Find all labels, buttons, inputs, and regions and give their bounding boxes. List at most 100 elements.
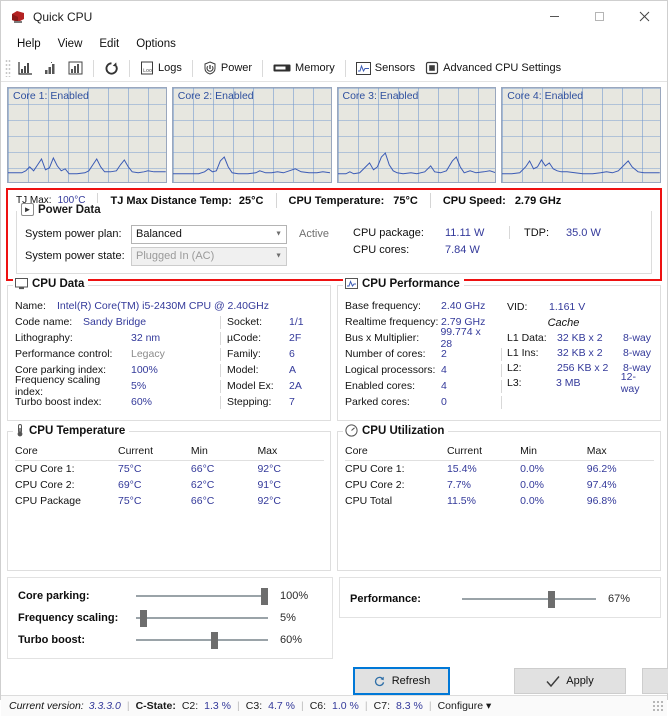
core-graph-3[interactable]: Core 3: Enabled [336,87,497,183]
chart-column-button[interactable] [38,57,63,79]
close-button[interactable] [622,1,667,32]
l2-label: L2: [507,361,522,374]
expander-icon[interactable]: ► [21,203,34,216]
apply-button[interactable]: Apply [514,668,626,694]
table-row[interactable]: CPU Core 1: 75°C 66°C 92°C [15,461,324,478]
logs-button[interactable]: Loo Logs [135,57,187,79]
l3-label: L3: [507,376,522,389]
menu-item-edit[interactable]: Edit [91,35,128,53]
refresh-gear-button[interactable] [99,57,124,79]
vid-row: VID: 1.161 V [507,298,654,315]
turbo-boost-slider[interactable] [136,631,268,649]
power-data-header[interactable]: ► Power Data [21,203,105,216]
l1-ins-label: L1 Ins: [507,346,539,359]
model-label: Model: [227,364,259,376]
memory-label: Memory [295,62,335,74]
slider-thumb[interactable] [547,591,555,608]
chart-bar-button[interactable] [13,57,38,79]
cpu-utilization-title-wrap: CPU Utilization [343,424,449,437]
maximize-button[interactable] [577,1,622,32]
power-separator [509,226,510,239]
cpu-temperature-value: 75°C [393,194,418,207]
menu-item-view[interactable]: View [50,35,92,53]
util-row-1-min: 0.0% [520,479,544,491]
vid-value: 1.161 V [549,300,586,313]
logical-processors-value: 4 [441,364,447,376]
cache-title: Cache [547,316,580,329]
cpu-package-row: CPU package: 11.11 W TDP: 35.0 W [353,224,651,241]
column-divider [219,396,221,409]
gauge-icon [345,424,358,437]
core-graph-1[interactable]: Core 1: Enabled [7,87,167,183]
slider-track [136,595,268,597]
temp-header-max: Max [257,444,324,461]
status-separator: | [364,700,368,712]
temp-row-0-min: 66°C [190,463,215,475]
cpu-package-value: 11.11 W [445,226,485,239]
slider-track [136,617,268,619]
slider-track [462,598,596,600]
cpu-performance-panel: CPU Performance Base frequency: 2.40 GHz… [337,278,661,421]
core-graph-1-label: Core 1: Enabled [13,90,89,102]
memory-button[interactable]: Memory [268,57,340,79]
slider-thumb[interactable] [139,610,147,627]
core-graph-2[interactable]: Core 2: Enabled [171,87,332,183]
bus-multiplier-value: 99.774 x 28 [440,326,481,350]
system-power-plan-select[interactable]: Balanced ▼ [131,224,287,244]
resize-grip[interactable] [652,700,664,712]
temp-row-2-max: 92°C [257,495,281,507]
model-row: Model: A [227,362,324,378]
temp-row-1-core: CPU Core 2: [15,479,75,491]
slider-thumb[interactable] [261,588,268,605]
cpu-name-value: Intel(R) Core(TM) i5-2430M CPU @ 2.40GHz [57,300,269,312]
slider-thumb[interactable] [211,632,219,649]
advanced-cpu-settings-button[interactable]: Advanced CPU Settings [420,57,566,79]
refresh-button[interactable]: Refresh [353,667,450,695]
menu-item-options[interactable]: Options [128,35,185,53]
cpu-data-title: CPU Data [32,278,85,290]
table-row[interactable]: CPU Package 75°C 66°C 92°C [15,493,324,509]
column-divider [500,396,502,409]
l3-ways: 12-way [620,370,640,395]
cstate-c6-value: 1.0 % [332,700,359,712]
power-data-title: Power Data [38,203,101,216]
tj-max-distance-value: 25°C [238,194,264,207]
table-row[interactable]: CPU Total 11.5% 0.0% 96.8% [345,493,654,509]
close-action-button[interactable]: Close [642,668,668,694]
configure-menu[interactable]: Configure ▾ [438,700,492,712]
chart-bar-icon [18,61,33,76]
svg-text:Loo: Loo [143,68,152,74]
menu-item-help[interactable]: Help [9,35,50,53]
summary-row: TJ Max: 100°C TJ Max Distance Temp: 25°C… [8,190,660,211]
table-row[interactable]: CPU Core 1: 15.4% 0.0% 96.2% [345,461,654,478]
performance-control-label: Performance control: [15,348,113,360]
frequency-scaling-slider-label: Frequency scaling: [18,612,119,624]
ucode-row: µCode: 2F [227,330,324,346]
table-row[interactable]: CPU Core 2: 7.7% 0.0% 97.4% [345,477,654,493]
logical-processors-label: Logical processors: [345,364,436,376]
frequency-scaling-slider-row: Frequency scaling: 5% [18,607,324,629]
sensors-button[interactable]: Sensors [351,57,420,79]
power-button[interactable]: Power [198,57,257,79]
cpu-utilization-title: CPU Utilization [362,424,445,437]
temp-row-1-min: 62°C [190,479,215,491]
toolbar-grip[interactable] [5,59,11,77]
core-graph-4[interactable]: Core 4: Enabled [501,87,661,183]
check-icon [546,675,560,688]
system-power-plan-label: System power plan: [25,228,122,240]
cpu-utilization-table: Core Current Min Max CPU Core 1: 15.4% 0… [345,444,654,509]
frequency-scaling-slider[interactable] [136,609,268,627]
util-row-2-core: CPU Total [345,495,393,507]
bus-multiplier-row: Bus x Multiplier: 99.774 x 28 [345,326,495,350]
table-row[interactable]: CPU Core 2: 69°C 62°C 91°C [15,477,324,493]
minimize-button[interactable] [532,1,577,32]
util-header-min: Min [520,444,587,461]
chevron-down-icon: ▼ [275,252,282,260]
chart-line-button[interactable] [63,57,88,79]
core-parking-slider[interactable] [136,587,268,605]
column-divider [500,348,502,361]
performance-slider[interactable] [462,590,596,608]
column-divider [219,364,221,377]
column-divider [500,364,502,377]
system-power-state-row: System power state: Plugged In (AC) ▼ [25,245,347,267]
